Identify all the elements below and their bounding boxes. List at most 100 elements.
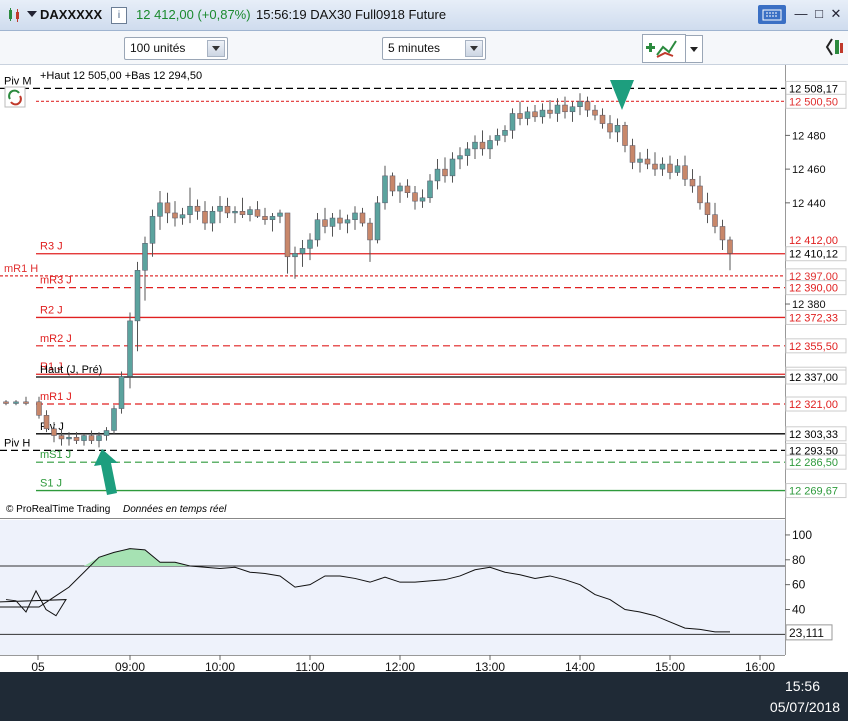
chevron-down-icon[interactable] xyxy=(207,40,225,57)
candle-body xyxy=(103,430,110,436)
candle-body xyxy=(247,209,253,215)
indicator-menu-icon[interactable] xyxy=(642,34,686,63)
candle-body xyxy=(43,415,50,430)
level-name: mR3 J xyxy=(40,275,72,287)
candle-body xyxy=(727,239,733,254)
candle-body xyxy=(689,178,696,187)
chart-toolbar: 100 unités 5 minutes xyxy=(0,31,848,65)
level-price-label: 12 286,50 xyxy=(789,457,838,469)
candle-body xyxy=(547,109,553,114)
x-tick-label: 15:00 xyxy=(655,660,685,672)
taskbar-date[interactable]: 05/07/2018 xyxy=(770,699,840,715)
candle-body xyxy=(419,197,426,202)
candle-body xyxy=(202,211,208,224)
candle-body xyxy=(434,168,441,182)
candle-body xyxy=(284,212,291,258)
candle-body xyxy=(374,202,381,241)
candle-body xyxy=(464,148,471,156)
candle-body xyxy=(329,217,336,227)
candle-body xyxy=(111,408,117,431)
candle-body xyxy=(179,214,186,219)
level-name: S1 J xyxy=(40,478,62,490)
candle-body xyxy=(532,111,538,118)
level-name: Piv M xyxy=(4,75,32,87)
candlestick-chart-icon xyxy=(6,7,22,23)
candle-body xyxy=(412,192,418,202)
x-tick-label: 09:00 xyxy=(115,660,145,672)
y-tick-label: 12 460 xyxy=(792,164,826,176)
level-name: mR2 J xyxy=(40,333,72,345)
timeframe-select[interactable]: 5 minutes xyxy=(382,37,486,60)
candle-body xyxy=(554,104,561,114)
x-tick-label: 11:00 xyxy=(295,660,324,672)
osc-tick-label: 40 xyxy=(792,603,806,617)
candle-body xyxy=(397,185,403,192)
chevron-down-icon[interactable] xyxy=(465,40,483,57)
instrument-name[interactable]: DAXXXXX xyxy=(40,7,102,22)
candle-body xyxy=(449,158,456,177)
level-price-label: 12 500,50 xyxy=(789,96,838,108)
candle-body xyxy=(157,202,163,217)
candle-body xyxy=(382,175,388,204)
info-icon[interactable]: i xyxy=(111,7,127,24)
chevron-down-icon[interactable] xyxy=(685,35,703,63)
candle-body xyxy=(569,106,576,113)
candle-body xyxy=(562,104,568,113)
level-name: R3 J xyxy=(40,241,63,253)
candle-body xyxy=(367,222,373,241)
units-select[interactable]: 100 unités xyxy=(124,37,228,60)
close-icon[interactable]: ✕ xyxy=(827,6,845,22)
candle-body xyxy=(442,168,448,177)
level-price-label: 12 410,12 xyxy=(789,249,838,261)
candle-body xyxy=(344,219,351,224)
y-tick-label: 12 480 xyxy=(792,130,826,142)
candle-body xyxy=(3,401,9,404)
candle-body xyxy=(502,130,508,136)
y-tick-label: 12 380 xyxy=(792,299,826,311)
quote-info: 15:56:19 DAX30 Full0918 Future xyxy=(256,7,447,22)
candle-body xyxy=(719,226,726,241)
candle-body xyxy=(607,123,613,133)
candle-body xyxy=(704,202,711,215)
candle-body xyxy=(149,216,156,244)
refresh-icon[interactable] xyxy=(4,86,26,108)
dropdown-arrow-icon[interactable] xyxy=(27,11,37,17)
price-panel xyxy=(0,65,785,517)
candle-body xyxy=(509,113,516,131)
candle-body xyxy=(682,165,688,180)
candle-body xyxy=(262,216,268,220)
candle-body xyxy=(697,185,703,204)
level-price-label: 12 337,00 xyxy=(789,372,838,384)
candle-body xyxy=(307,239,313,249)
x-tick-label: 12:00 xyxy=(385,660,415,672)
candle-body xyxy=(667,163,673,173)
chart-area[interactable]: Piv MR3 JmR1 HmR3 JR2 JmR2 JR1 JHaut (J,… xyxy=(0,65,848,672)
hilo-text: +Haut 12 505,00 +Bas 12 294,50 xyxy=(40,70,202,82)
collapse-panel-icon[interactable] xyxy=(823,34,845,61)
candle-body xyxy=(457,155,463,160)
candle-body xyxy=(577,101,583,107)
candle-body xyxy=(314,219,321,241)
keyboard-icon[interactable] xyxy=(758,5,786,24)
candle-body xyxy=(674,165,681,173)
level-price-label: 12 372,33 xyxy=(789,312,838,324)
candle-body xyxy=(524,111,531,119)
candle-body xyxy=(51,428,57,436)
level-name: R2 J xyxy=(40,304,63,316)
taskbar-time[interactable]: 15:56 xyxy=(785,678,820,694)
maximize-icon[interactable]: □ xyxy=(810,6,828,22)
candle-body xyxy=(292,253,298,258)
candle-body xyxy=(487,140,493,150)
candle-body xyxy=(73,436,80,441)
candle-body xyxy=(277,212,283,217)
candle-body xyxy=(23,401,29,404)
price-change: 12 412,00 (+0,87%) xyxy=(136,7,251,22)
candle-body xyxy=(66,436,72,440)
copyright-text: © ProRealTime Trading xyxy=(6,504,110,515)
candle-body xyxy=(614,125,621,133)
minimize-icon[interactable]: — xyxy=(792,6,810,22)
candle-body xyxy=(299,248,306,254)
level-price-label: 12 303,33 xyxy=(789,429,838,441)
candle-body xyxy=(622,125,628,146)
candle-body xyxy=(232,211,238,214)
